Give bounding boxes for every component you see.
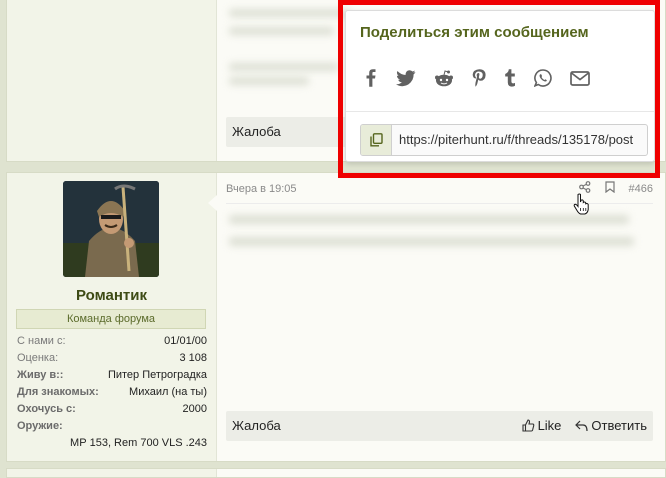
share-title: Поделиться этим сообщением [360, 24, 589, 41]
post-466: Романтик Команда форума С нами с: 01/01/… [6, 172, 666, 462]
stat-value: 3 108 [179, 352, 207, 364]
stat-label: Живу в:: [17, 369, 64, 381]
stat-weapon-value-row: МР 153, Rem 700 VLS .243 [17, 435, 207, 452]
hand-cursor-icon [573, 193, 591, 220]
stat-label: Охочусь с: [17, 403, 76, 415]
reply-label: Ответить [591, 418, 647, 433]
stat-value: 2000 [182, 403, 207, 415]
report-link[interactable]: Жалоба [232, 124, 281, 139]
like-label: Like [537, 418, 562, 433]
email-icon[interactable] [570, 70, 590, 86]
stat-label: Для знакомых: [17, 386, 99, 398]
bookmark-icon[interactable] [604, 181, 615, 196]
share-network-list [364, 69, 590, 87]
user-info-gutter: Романтик Команда форума С нами с: 01/01/… [7, 173, 217, 461]
user-stats: С нами с: 01/01/00 Оценка: 3 108 Живу в:… [17, 333, 207, 452]
avatar[interactable] [63, 181, 159, 277]
stat-rating: Оценка: 3 108 [17, 350, 207, 367]
avatar-image [63, 181, 159, 277]
thumbs-up-icon [522, 419, 534, 432]
next-post [6, 468, 666, 478]
stat-weapon: Оружие: [17, 418, 207, 435]
copy-button[interactable] [361, 125, 392, 155]
pinterest-icon[interactable] [472, 69, 486, 87]
like-button[interactable]: Like [522, 418, 562, 433]
blurred-text [229, 27, 334, 35]
share-popup: Поделиться этим сообщением https://piter… [345, 10, 655, 162]
twitter-icon[interactable] [396, 69, 416, 87]
report-link[interactable]: Жалоба [232, 418, 281, 433]
stat-location: Живу в:: Питер Петроградка [17, 367, 207, 384]
facebook-icon[interactable] [364, 69, 378, 87]
blurred-text [229, 9, 349, 17]
blurred-text [229, 215, 629, 224]
stat-hunting-since: Охочусь с: 2000 [17, 401, 207, 418]
blurred-text [229, 237, 634, 246]
next-post-user-gutter [7, 469, 217, 477]
message-pointer [208, 195, 217, 211]
footer-actions: Like Ответить [522, 418, 647, 433]
copy-icon [369, 133, 383, 147]
post-number-link[interactable]: #466 [629, 183, 653, 195]
tumblr-icon[interactable] [504, 69, 516, 87]
blurred-text [229, 77, 309, 85]
reply-button[interactable]: Ответить [575, 418, 647, 433]
stat-value: Михаил (на ты) [129, 386, 207, 398]
post-footer: Жалоба Like Ответить [226, 411, 653, 441]
share-url-text: https://piterhunt.ru/f/threads/135178/po… [399, 132, 634, 147]
role-badge: Команда форума [16, 309, 206, 329]
share-url-field[interactable]: https://piterhunt.ru/f/threads/135178/po… [360, 124, 648, 156]
stat-label: Оружие: [17, 420, 63, 432]
reddit-icon[interactable] [434, 69, 454, 87]
stat-label: Оценка: [17, 352, 59, 364]
stat-label: С нами с: [17, 335, 66, 347]
whatsapp-icon[interactable] [534, 69, 552, 87]
stat-weapon-value: МР 153, Rem 700 VLS .243 [70, 437, 207, 449]
previous-post-user-gutter [7, 0, 217, 161]
username[interactable]: Романтик [7, 287, 216, 304]
reply-icon [575, 420, 589, 431]
share-divider [346, 111, 654, 112]
stat-value: 01/01/00 [164, 335, 207, 347]
stat-nickname: Для знакомых: Михаил (на ты) [17, 384, 207, 401]
stat-joined: С нами с: 01/01/00 [17, 333, 207, 350]
blurred-text [229, 63, 339, 71]
post-date[interactable]: Вчера в 19:05 [226, 183, 297, 195]
stat-value: Питер Петроградка [107, 369, 207, 381]
